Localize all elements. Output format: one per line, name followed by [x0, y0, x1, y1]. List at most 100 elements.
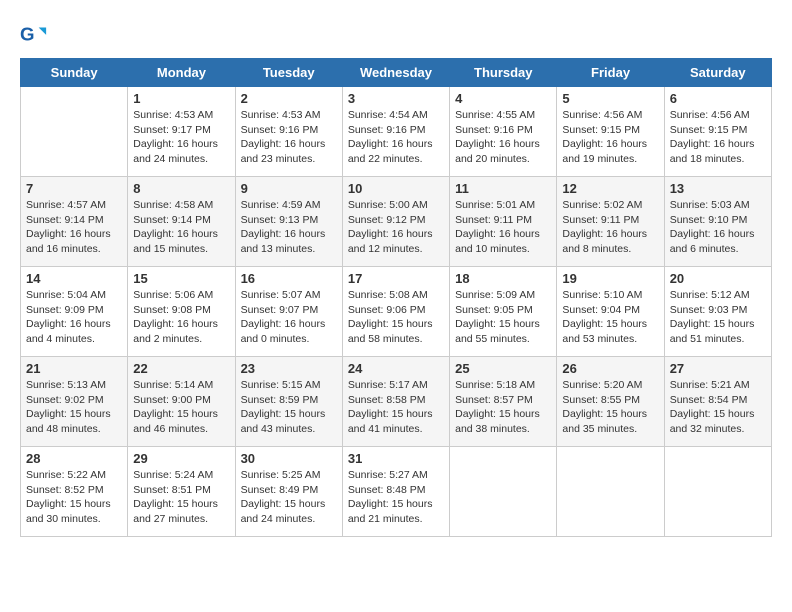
- day-number: 1: [133, 91, 229, 106]
- day-number: 10: [348, 181, 444, 196]
- calendar-cell: 3 Sunrise: 4:54 AMSunset: 9:16 PMDaylight…: [342, 87, 449, 177]
- weekday-header: Monday: [128, 59, 235, 87]
- day-number: 25: [455, 361, 551, 376]
- day-number: 21: [26, 361, 122, 376]
- day-number: 18: [455, 271, 551, 286]
- calendar-cell: [557, 447, 664, 537]
- calendar-cell: 25Sunrise: 5:18 AMSunset: 8:57 PMDayligh…: [450, 357, 557, 447]
- day-number: 20: [670, 271, 766, 286]
- day-info: Sunrise: 5:24 AMSunset: 8:51 PMDaylight:…: [133, 468, 229, 527]
- calendar-cell: 20 Sunrise: 5:12 AMSunset: 9:03 PMDayligh…: [664, 267, 771, 357]
- calendar-cell: 5 Sunrise: 4:56 AMSunset: 9:15 PMDaylight…: [557, 87, 664, 177]
- logo-icon: G: [20, 20, 48, 48]
- svg-text:G: G: [20, 24, 35, 45]
- page-header: G: [20, 20, 772, 48]
- day-number: 16: [241, 271, 337, 286]
- day-info: Sunrise: 4:53 AMSunset: 9:17 PMDaylight:…: [133, 108, 229, 167]
- day-number: 30: [241, 451, 337, 466]
- day-number: 22: [133, 361, 229, 376]
- day-number: 14: [26, 271, 122, 286]
- day-number: 2: [241, 91, 337, 106]
- day-number: 5: [562, 91, 658, 106]
- day-number: 24: [348, 361, 444, 376]
- day-info: Sunrise: 5:27 AMSunset: 8:48 PMDaylight:…: [348, 468, 444, 527]
- calendar-cell: 14Sunrise: 5:04 AMSunset: 9:09 PMDayligh…: [21, 267, 128, 357]
- calendar-cell: 19 Sunrise: 5:10 AMSunset: 9:04 PMDayligh…: [557, 267, 664, 357]
- day-info: Sunrise: 5:08 AMSunset: 9:06 PMDaylight:…: [348, 288, 444, 347]
- calendar-cell: 17 Sunrise: 5:08 AMSunset: 9:06 PMDayligh…: [342, 267, 449, 357]
- day-info: Sunrise: 4:55 AMSunset: 9:16 PMDaylight:…: [455, 108, 551, 167]
- day-number: 19: [562, 271, 658, 286]
- day-info: Sunrise: 4:57 AMSunset: 9:14 PMDaylight:…: [26, 198, 122, 257]
- day-number: 27: [670, 361, 766, 376]
- day-number: 3: [348, 91, 444, 106]
- day-info: Sunrise: 5:13 AMSunset: 9:02 PMDaylight:…: [26, 378, 122, 437]
- day-number: 23: [241, 361, 337, 376]
- day-info: Sunrise: 4:58 AMSunset: 9:14 PMDaylight:…: [133, 198, 229, 257]
- day-info: Sunrise: 5:25 AMSunset: 8:49 PMDaylight:…: [241, 468, 337, 527]
- day-info: Sunrise: 5:01 AMSunset: 9:11 PMDaylight:…: [455, 198, 551, 257]
- day-info: Sunrise: 4:54 AMSunset: 9:16 PMDaylight:…: [348, 108, 444, 167]
- calendar-cell: 16 Sunrise: 5:07 AMSunset: 9:07 PMDayligh…: [235, 267, 342, 357]
- day-number: 12: [562, 181, 658, 196]
- calendar-cell: [21, 87, 128, 177]
- day-info: Sunrise: 5:12 AMSunset: 9:03 PMDaylight:…: [670, 288, 766, 347]
- day-number: 4: [455, 91, 551, 106]
- calendar-cell: 7 Sunrise: 4:57 AMSunset: 9:14 PMDaylight…: [21, 177, 128, 267]
- calendar-table: SundayMondayTuesdayWednesdayThursdayFrid…: [20, 58, 772, 537]
- calendar-cell: 11Sunrise: 5:01 AMSunset: 9:11 PMDayligh…: [450, 177, 557, 267]
- calendar-cell: 27 Sunrise: 5:21 AMSunset: 8:54 PMDayligh…: [664, 357, 771, 447]
- day-number: 7: [26, 181, 122, 196]
- calendar-cell: 2 Sunrise: 4:53 AMSunset: 9:16 PMDaylight…: [235, 87, 342, 177]
- day-number: 17: [348, 271, 444, 286]
- calendar-cell: [450, 447, 557, 537]
- weekday-header: Saturday: [664, 59, 771, 87]
- day-info: Sunrise: 5:14 AMSunset: 9:00 PMDaylight:…: [133, 378, 229, 437]
- calendar-cell: 29 Sunrise: 5:24 AMSunset: 8:51 PMDayligh…: [128, 447, 235, 537]
- calendar-cell: 23 Sunrise: 5:15 AMSunset: 8:59 PMDayligh…: [235, 357, 342, 447]
- weekday-header: Wednesday: [342, 59, 449, 87]
- calendar-cell: 9Sunrise: 4:59 AMSunset: 9:13 PMDaylight…: [235, 177, 342, 267]
- calendar-cell: 10Sunrise: 5:00 AMSunset: 9:12 PMDayligh…: [342, 177, 449, 267]
- calendar-cell: 6 Sunrise: 4:56 AMSunset: 9:15 PMDaylight…: [664, 87, 771, 177]
- day-info: Sunrise: 4:56 AMSunset: 9:15 PMDaylight:…: [670, 108, 766, 167]
- weekday-header: Tuesday: [235, 59, 342, 87]
- logo: G: [20, 20, 50, 48]
- calendar-cell: 13 Sunrise: 5:03 AMSunset: 9:10 PMDayligh…: [664, 177, 771, 267]
- day-info: Sunrise: 5:15 AMSunset: 8:59 PMDaylight:…: [241, 378, 337, 437]
- day-number: 6: [670, 91, 766, 106]
- day-info: Sunrise: 5:09 AMSunset: 9:05 PMDaylight:…: [455, 288, 551, 347]
- day-number: 13: [670, 181, 766, 196]
- calendar-cell: 21 Sunrise: 5:13 AMSunset: 9:02 PMDayligh…: [21, 357, 128, 447]
- day-info: Sunrise: 5:07 AMSunset: 9:07 PMDaylight:…: [241, 288, 337, 347]
- day-number: 28: [26, 451, 122, 466]
- calendar-week-row: 7 Sunrise: 4:57 AMSunset: 9:14 PMDaylight…: [21, 177, 772, 267]
- calendar-cell: 8Sunrise: 4:58 AMSunset: 9:14 PMDaylight…: [128, 177, 235, 267]
- calendar-cell: 26 Sunrise: 5:20 AMSunset: 8:55 PMDayligh…: [557, 357, 664, 447]
- calendar-week-row: 1 Sunrise: 4:53 AMSunset: 9:17 PMDaylight…: [21, 87, 772, 177]
- day-info: Sunrise: 5:10 AMSunset: 9:04 PMDaylight:…: [562, 288, 658, 347]
- calendar-week-row: 14Sunrise: 5:04 AMSunset: 9:09 PMDayligh…: [21, 267, 772, 357]
- day-info: Sunrise: 5:03 AMSunset: 9:10 PMDaylight:…: [670, 198, 766, 257]
- calendar-week-row: 28Sunrise: 5:22 AMSunset: 8:52 PMDayligh…: [21, 447, 772, 537]
- weekday-header-row: SundayMondayTuesdayWednesdayThursdayFrid…: [21, 59, 772, 87]
- day-info: Sunrise: 4:53 AMSunset: 9:16 PMDaylight:…: [241, 108, 337, 167]
- day-number: 15: [133, 271, 229, 286]
- calendar-cell: 12 Sunrise: 5:02 AMSunset: 9:11 PMDayligh…: [557, 177, 664, 267]
- day-info: Sunrise: 5:06 AMSunset: 9:08 PMDaylight:…: [133, 288, 229, 347]
- day-info: Sunrise: 4:56 AMSunset: 9:15 PMDaylight:…: [562, 108, 658, 167]
- day-number: 26: [562, 361, 658, 376]
- day-info: Sunrise: 5:21 AMSunset: 8:54 PMDaylight:…: [670, 378, 766, 437]
- weekday-header: Sunday: [21, 59, 128, 87]
- calendar-cell: 24Sunrise: 5:17 AMSunset: 8:58 PMDayligh…: [342, 357, 449, 447]
- day-number: 29: [133, 451, 229, 466]
- day-number: 31: [348, 451, 444, 466]
- day-info: Sunrise: 5:02 AMSunset: 9:11 PMDaylight:…: [562, 198, 658, 257]
- day-info: Sunrise: 4:59 AMSunset: 9:13 PMDaylight:…: [241, 198, 337, 257]
- calendar-cell: 31 Sunrise: 5:27 AMSunset: 8:48 PMDayligh…: [342, 447, 449, 537]
- day-info: Sunrise: 5:20 AMSunset: 8:55 PMDaylight:…: [562, 378, 658, 437]
- calendar-cell: 30 Sunrise: 5:25 AMSunset: 8:49 PMDayligh…: [235, 447, 342, 537]
- calendar-cell: [664, 447, 771, 537]
- calendar-week-row: 21 Sunrise: 5:13 AMSunset: 9:02 PMDayligh…: [21, 357, 772, 447]
- calendar-cell: 18 Sunrise: 5:09 AMSunset: 9:05 PMDayligh…: [450, 267, 557, 357]
